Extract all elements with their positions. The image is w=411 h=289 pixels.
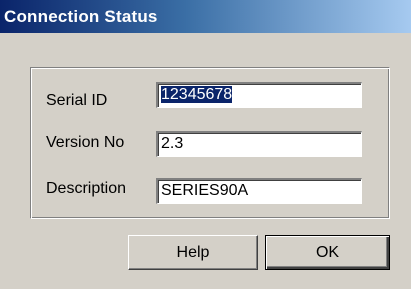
ok-button[interactable]: OK (265, 235, 390, 270)
help-button[interactable]: Help (128, 235, 258, 270)
version-no-field[interactable]: 2.3 (156, 131, 362, 157)
title-bar[interactable]: Connection Status (0, 0, 411, 33)
serial-id-label: Serial ID (46, 92, 108, 109)
serial-id-field[interactable]: 12345678 (156, 82, 362, 108)
version-no-value: 2.3 (161, 135, 184, 152)
serial-id-value: 12345678 (161, 86, 233, 103)
description-label: Description (46, 180, 127, 197)
window-title: Connection Status (4, 7, 158, 26)
description-field[interactable]: SERIES90A (156, 178, 362, 204)
description-value: SERIES90A (161, 182, 249, 199)
version-no-label: Version No (46, 134, 125, 151)
